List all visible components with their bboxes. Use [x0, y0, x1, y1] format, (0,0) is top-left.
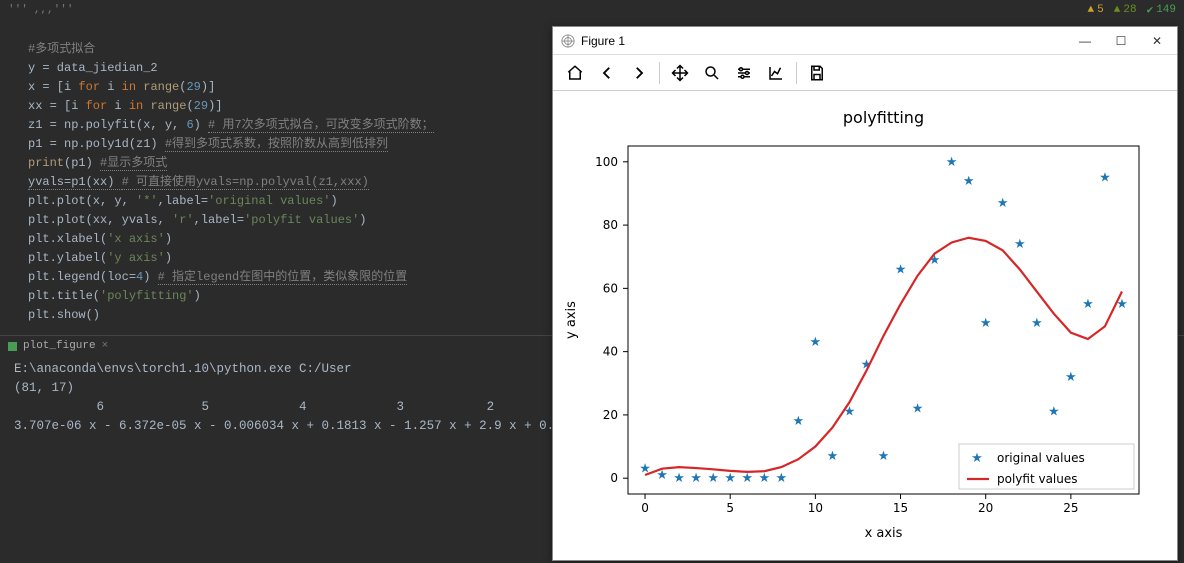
svg-text:★: ★	[946, 155, 958, 170]
svg-text:★: ★	[810, 335, 822, 350]
pan-icon[interactable]	[664, 58, 696, 88]
home-icon[interactable]	[559, 58, 591, 88]
fold-marks: '''	[8, 4, 28, 16]
svg-text:x axis: x axis	[865, 526, 903, 541]
svg-text:★: ★	[758, 471, 770, 486]
plot-canvas[interactable]: 0 5 10 15 20 25 0 20 40 60 80 100 x axis y axis polyfi…	[553, 91, 1177, 560]
close-button[interactable]: ✕	[1139, 28, 1175, 54]
svg-text:20: 20	[978, 501, 993, 515]
fold-marks-2: ,,,'''	[34, 4, 74, 16]
svg-text:★: ★	[741, 471, 753, 486]
window-title: Figure 1	[581, 34, 625, 48]
svg-text:★: ★	[775, 471, 787, 486]
status-strip: ''' ,,,''' 5 28 149	[0, 0, 1184, 20]
svg-text:★: ★	[971, 451, 983, 466]
svg-text:★: ★	[690, 471, 702, 486]
svg-text:original values: original values	[997, 451, 1085, 465]
svg-text:★: ★	[1065, 370, 1077, 385]
zoom-icon[interactable]	[696, 58, 728, 88]
svg-text:80: 80	[603, 218, 618, 232]
svg-text:60: 60	[603, 281, 618, 295]
back-icon[interactable]	[591, 58, 623, 88]
configure-icon[interactable]	[728, 58, 760, 88]
code-editor[interactable]: #多项式拟合 y = data_jiedian_2 x = [i for i i…	[0, 20, 545, 335]
svg-text:★: ★	[1031, 316, 1043, 331]
svg-text:★: ★	[707, 471, 719, 486]
figure-window[interactable]: Figure 1 — ☐ ✕ 0 5 10 15 20 25 0 20 40 60 80 100 x a…	[552, 26, 1178, 561]
svg-text:15: 15	[893, 501, 908, 515]
svg-text:25: 25	[1063, 501, 1078, 515]
svg-text:polyfit values: polyfit values	[997, 472, 1078, 486]
svg-text:0: 0	[641, 501, 649, 515]
mpl-toolbar	[553, 55, 1177, 91]
passed-count[interactable]: 149	[1147, 3, 1176, 17]
svg-text:★: ★	[997, 196, 1009, 211]
axes-icon[interactable]	[760, 58, 792, 88]
svg-text:20: 20	[603, 408, 618, 422]
svg-text:0: 0	[610, 471, 618, 485]
svg-text:y axis: y axis	[564, 301, 579, 339]
python-icon	[8, 342, 17, 351]
svg-text:★: ★	[724, 471, 736, 486]
svg-text:★: ★	[878, 449, 890, 464]
warning-count[interactable]: 5	[1088, 3, 1104, 17]
svg-text:★: ★	[1014, 237, 1026, 252]
svg-text:★: ★	[1099, 171, 1111, 186]
svg-text:★: ★	[980, 316, 992, 331]
save-icon[interactable]	[801, 58, 833, 88]
titlebar[interactable]: Figure 1 — ☐ ✕	[553, 27, 1177, 55]
weak-warning-count[interactable]: 28	[1114, 3, 1137, 17]
svg-text:★: ★	[1048, 405, 1060, 420]
run-config-name: plot_figure	[23, 340, 96, 352]
svg-text:40: 40	[603, 345, 618, 359]
svg-text:★: ★	[673, 471, 685, 486]
svg-text:★: ★	[1082, 297, 1094, 312]
svg-text:★: ★	[963, 174, 975, 189]
maximize-button[interactable]: ☐	[1103, 28, 1139, 54]
svg-text:★: ★	[895, 262, 907, 277]
minimize-button[interactable]: —	[1067, 28, 1103, 54]
svg-text:10: 10	[808, 501, 823, 515]
matplotlib-icon	[561, 34, 575, 48]
svg-text:★: ★	[827, 449, 839, 464]
svg-text:★: ★	[793, 414, 805, 429]
svg-text:100: 100	[595, 155, 618, 169]
svg-text:5: 5	[726, 501, 734, 515]
svg-text:★: ★	[912, 402, 924, 417]
forward-icon[interactable]	[623, 58, 655, 88]
svg-text:polyfitting: polyfitting	[843, 108, 924, 127]
